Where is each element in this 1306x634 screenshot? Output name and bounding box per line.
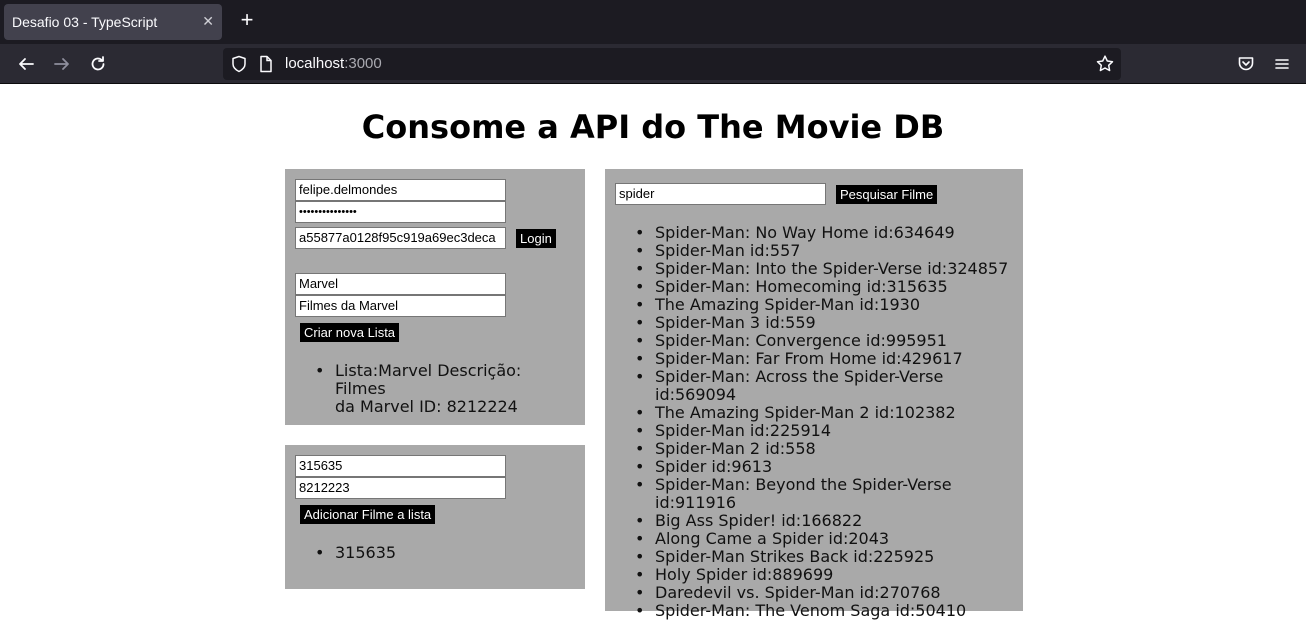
shield-icon[interactable] xyxy=(231,55,247,77)
tab-title: Desafio 03 - TypeScript xyxy=(12,14,158,30)
search-result-item: Spider-Man id:225914 xyxy=(635,422,1025,441)
search-result-item: Spider id:9613 xyxy=(635,458,1025,477)
list-description-field[interactable]: Filmes da Marvel xyxy=(295,295,506,317)
login-list-panel: felipe.delmondes ••••••••••••••• a55877a… xyxy=(285,169,585,425)
created-list-line1: Lista:Marvel Descrição: Filmes xyxy=(335,361,522,398)
forward-icon[interactable] xyxy=(50,52,74,76)
search-result-item: Spider-Man id:557 xyxy=(635,242,1025,261)
add-movie-button[interactable]: Adicionar Filme a lista xyxy=(300,505,436,524)
search-result-item: Spider-Man: Beyond the Spider-Verse id:9… xyxy=(635,476,1025,512)
created-list-result: Lista:Marvel Descrição: Filmesda Marvel … xyxy=(315,362,575,416)
search-result-item: The Amazing Spider-Man 2 id:102382 xyxy=(635,404,1025,423)
browser-tab-strip: Desafio 03 - TypeScript ✕ + xyxy=(0,0,1306,44)
url-port: :3000 xyxy=(344,55,382,72)
search-result-item: Spider-Man: Homecoming id:315635 xyxy=(635,278,1025,297)
search-result-item: Spider-Man: The Venom Saga id:50410 xyxy=(635,602,1025,621)
movie-id-field[interactable]: 315635 xyxy=(295,455,506,477)
search-result-item: Daredevil vs. Spider-Man id:270768 xyxy=(635,584,1025,603)
search-result-item: Along Came a Spider id:2043 xyxy=(635,530,1025,549)
list-item: Lista:Marvel Descrição: Filmesda Marvel … xyxy=(315,362,575,416)
search-result-item: Spider-Man 2 id:558 xyxy=(635,440,1025,459)
url-host: localhost xyxy=(285,55,345,72)
login-button[interactable]: Login xyxy=(516,229,556,248)
search-result-item: Holy Spider id:889699 xyxy=(635,566,1025,585)
search-result-item: Spider-Man Strikes Back id:225925 xyxy=(635,548,1025,567)
username-field[interactable]: felipe.delmondes xyxy=(295,179,506,201)
menu-icon[interactable] xyxy=(1270,52,1294,76)
search-result-item: Spider-Man 3 id:559 xyxy=(635,314,1025,333)
new-tab-icon[interactable]: + xyxy=(236,9,258,32)
page-icon[interactable] xyxy=(259,55,273,77)
url-text: localhost:3000 xyxy=(285,55,382,72)
pocket-icon[interactable] xyxy=(1234,52,1258,76)
password-field[interactable]: ••••••••••••••• xyxy=(295,201,506,223)
page-title: Consome a API do The Movie DB xyxy=(361,108,945,146)
list-item: 315635 xyxy=(315,544,575,563)
close-icon[interactable]: ✕ xyxy=(202,13,214,29)
list-name-field[interactable]: Marvel xyxy=(295,273,506,295)
search-result-item: The Amazing Spider-Man id:1930 xyxy=(635,296,1025,315)
browser-tab[interactable]: Desafio 03 - TypeScript ✕ xyxy=(4,4,222,40)
list-id-field[interactable]: 8212223 xyxy=(295,477,506,499)
bookmark-star-icon[interactable] xyxy=(1095,54,1115,78)
search-result-item: Spider-Man: Convergence id:995951 xyxy=(635,332,1025,351)
browser-toolbar: localhost:3000 xyxy=(0,44,1306,84)
search-input[interactable]: spider xyxy=(615,183,826,205)
search-button[interactable]: Pesquisar Filme xyxy=(836,185,938,204)
search-result-item: Big Ass Spider! id:166822 xyxy=(635,512,1025,531)
added-movie-result: 315635 xyxy=(315,544,575,563)
address-bar[interactable]: localhost:3000 xyxy=(223,48,1121,80)
add-movie-panel: 315635 8212223 Adicionar Filme a lista 3… xyxy=(285,445,585,589)
api-key-field[interactable]: a55877a0128f95c919a69ec3deca xyxy=(295,227,506,249)
back-icon[interactable] xyxy=(14,52,38,76)
search-results: Spider-Man: No Way Home id:634649Spider-… xyxy=(635,224,1025,621)
create-list-button[interactable]: Criar nova Lista xyxy=(300,323,400,342)
search-result-item: Spider-Man: No Way Home id:634649 xyxy=(635,224,1025,243)
created-list-line2: da Marvel ID: 8212224 xyxy=(335,397,518,416)
search-result-item: Spider-Man: Far From Home id:429617 xyxy=(635,350,1025,369)
search-result-item: Spider-Man: Across the Spider-Verse id:5… xyxy=(635,368,1025,404)
search-panel: spider Pesquisar Filme Spider-Man: No Wa… xyxy=(605,169,1023,620)
reload-icon[interactable] xyxy=(86,52,110,76)
search-result-item: Spider-Man: Into the Spider-Verse id:324… xyxy=(635,260,1025,279)
page-content: Consome a API do The Movie DB felipe.del… xyxy=(0,84,1306,634)
